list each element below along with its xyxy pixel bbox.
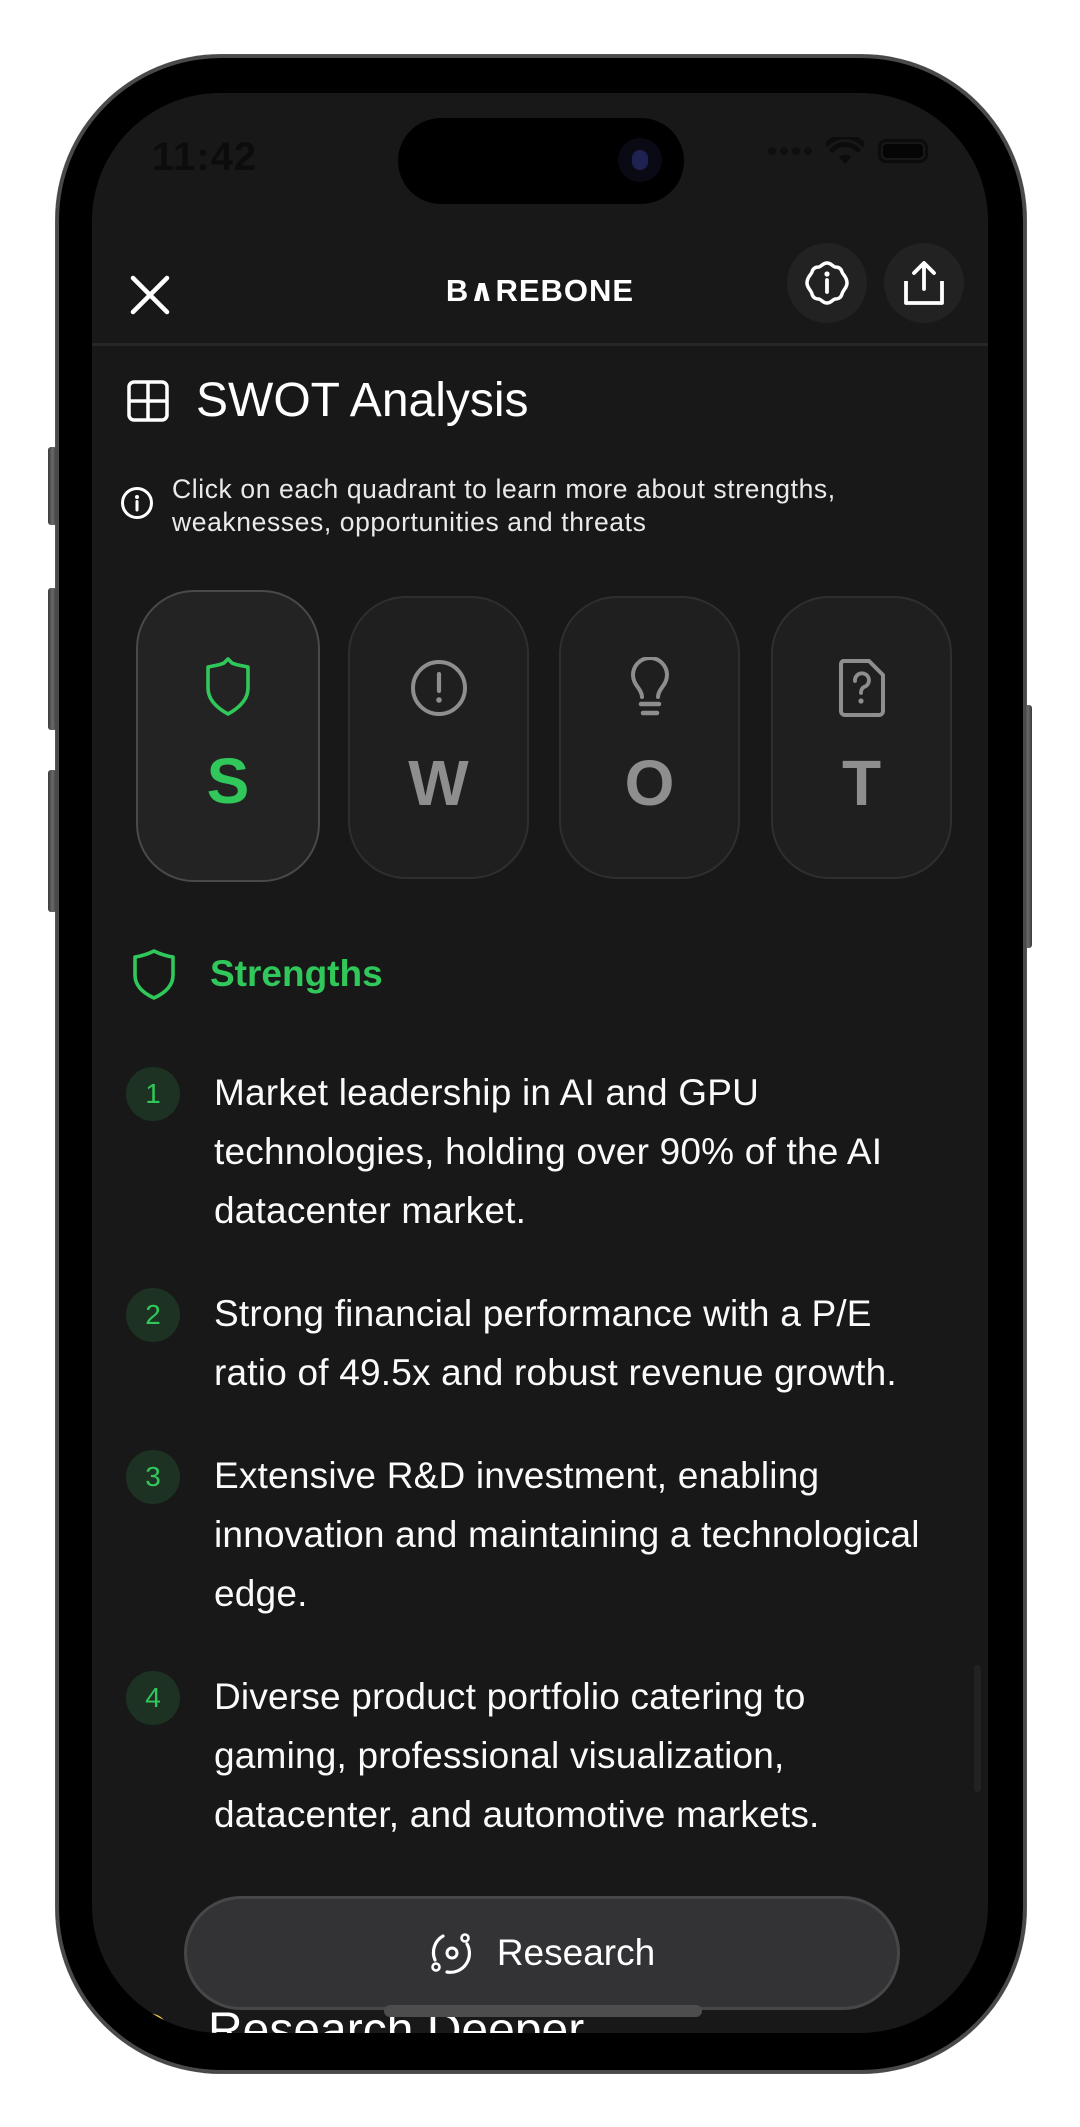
share-button[interactable] (884, 243, 964, 323)
research-orbit-icon (431, 1933, 471, 1974)
power-button (1024, 705, 1032, 948)
item-text: Extensive R&D investment, enabling innov… (214, 1455, 920, 1614)
status-icons (768, 137, 928, 165)
volume-down-button (48, 770, 57, 912)
list-item: 3 Extensive R&D investment, enabling inn… (126, 1446, 946, 1623)
page-title: SWOT Analysis (196, 374, 529, 427)
hint-row: Click on each quadrant to learn more abo… (120, 473, 940, 539)
shield-icon (133, 949, 175, 1000)
info-button[interactable] (787, 243, 867, 323)
shield-icon (206, 657, 250, 716)
research-button[interactable]: Research (184, 1896, 900, 2010)
info-icon (121, 487, 153, 519)
exclamation-circle-icon (410, 660, 467, 716)
info-badge-icon (805, 261, 849, 305)
swot-quadrants: S W O T (136, 590, 952, 882)
item-text: Diverse product portfolio catering to ga… (214, 1676, 820, 1835)
list-item: 1 Market leadership in AI and GPU techno… (126, 1063, 946, 1240)
quadrant-strengths[interactable]: S (136, 590, 320, 882)
share-icon (904, 261, 944, 305)
quadrant-letter: W (408, 747, 469, 819)
lightbulb-icon (630, 657, 669, 716)
app-header: B∧REBONE (92, 243, 988, 346)
strengths-list: 1 Market leadership in AI and GPU techno… (126, 1063, 946, 1888)
camera-icon (618, 138, 662, 182)
grid-icon (127, 379, 169, 422)
list-item: 2 Strong financial performance with a P/… (126, 1284, 946, 1402)
quadrant-opportunities[interactable]: O (559, 596, 740, 879)
item-number-badge: 2 (126, 1288, 180, 1342)
quadrant-letter: T (841, 747, 882, 819)
item-number-badge: 3 (126, 1450, 180, 1504)
question-file-icon (838, 659, 885, 717)
item-number-badge: 4 (126, 1671, 180, 1725)
page-title-row: SWOT Analysis (126, 373, 529, 428)
item-text: Market leadership in AI and GPU technolo… (214, 1072, 883, 1231)
quadrant-letter: O (624, 747, 675, 819)
home-indicator[interactable] (384, 2005, 702, 2017)
hint-text: Click on each quadrant to learn more abo… (172, 474, 836, 537)
wifi-icon (826, 137, 864, 164)
list-item: 4 Diverse product portfolio catering to … (126, 1667, 946, 1844)
quadrant-letter: S (206, 745, 250, 817)
status-time: 11:42 (152, 135, 258, 179)
action-button (48, 447, 57, 525)
app-screen: 11:42 B∧REBONE SWOT Analysis Click on ea… (92, 93, 988, 2033)
research-button-label: Research (496, 1932, 656, 1973)
item-number-badge: 1 (126, 1067, 180, 1121)
item-text: Strong financial performance with a P/E … (214, 1293, 897, 1393)
volume-up-button (48, 588, 57, 730)
battery-icon (878, 139, 928, 163)
dynamic-island (398, 118, 684, 204)
section-title: Strengths (210, 953, 383, 994)
quadrant-weaknesses[interactable]: W (348, 596, 529, 879)
section-header: Strengths (132, 948, 383, 1000)
scrollbar[interactable] (974, 1665, 981, 1792)
quadrant-threats[interactable]: T (771, 596, 952, 879)
signal-icon (768, 147, 812, 155)
spinner-icon (136, 2013, 169, 2033)
